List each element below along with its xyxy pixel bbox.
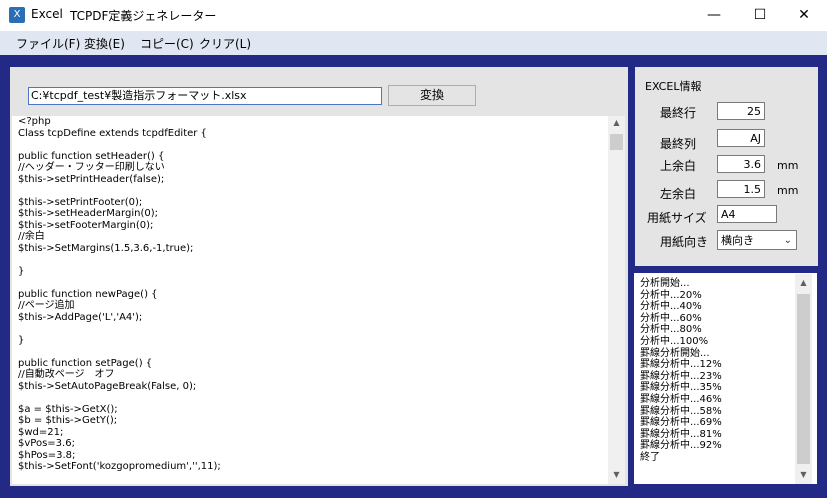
code-line: //余白 [18, 231, 45, 242]
code-line: $this->SetMargins(1.5,3.6,-1,true); [18, 242, 194, 254]
scroll-up-arrow-icon[interactable]: ▲ [795, 278, 812, 287]
log-line: 分析中...20% [640, 289, 702, 301]
code-line: public function setHeader() { [18, 150, 165, 162]
excel-info-title: EXCEL情報 [645, 80, 702, 93]
code-line: $this->SetAutoPageBreak(False, 0); [18, 380, 197, 392]
last-row-field[interactable]: 25 [717, 102, 765, 120]
log-line: 罫線分析開始... [640, 347, 710, 359]
log-line: 分析中...40% [640, 301, 702, 313]
code-line: $this->setPrintFooter(0); [18, 196, 143, 208]
code-line: } [18, 334, 25, 346]
code-line: $this->setFooterMargin(0); [18, 219, 154, 231]
top-margin-field[interactable]: 3.6 [717, 155, 765, 173]
code-line: //ページ追加 [18, 300, 75, 311]
paper-size-label: 用紙サイズ [647, 211, 707, 225]
code-line: public function setPage() { [18, 357, 153, 369]
scroll-down-arrow-icon[interactable]: ▼ [608, 470, 625, 479]
code-scroll-thumb[interactable] [610, 134, 623, 150]
orientation-label: 用紙向き [660, 235, 709, 249]
code-output-textarea[interactable]: <?php Class tcpDefine extends tcpdfEditer… [12, 116, 608, 484]
log-line: 罫線分析中...12% [640, 359, 722, 371]
log-line: 分析中...80% [640, 324, 702, 336]
log-line: 罫線分析中...81% [640, 428, 722, 440]
code-line: //ヘッダー・フッター印刷しない [18, 162, 165, 173]
orientation-selected-value: 横向き [721, 234, 754, 247]
menu-convert[interactable]: 変換(E) [84, 35, 125, 52]
log-line: 分析中...100% [640, 335, 709, 347]
log-line: 罫線分析中...69% [640, 417, 722, 429]
log-line: 分析開始... [640, 278, 690, 289]
log-line: 罫線分析中...92% [640, 440, 722, 452]
window-title: TCPDF定義ジェネレーター [70, 9, 217, 23]
top-margin-unit: mm [777, 159, 799, 172]
scroll-down-arrow-icon[interactable]: ▼ [795, 470, 812, 479]
log-line: 罫線分析中...46% [640, 393, 722, 405]
log-line: 罫線分析中...23% [640, 370, 722, 382]
code-line: $hPos=3.8; [18, 449, 76, 461]
left-margin-label: 左余白 [660, 187, 697, 201]
code-vertical-scrollbar[interactable]: ▲ ▼ [608, 116, 625, 484]
code-lines: <?php Class tcpDefine extends tcpdfEditer… [12, 116, 608, 473]
close-button[interactable]: ✕ [781, 0, 827, 31]
code-line: public function newPage() { [18, 288, 158, 300]
code-line: } [18, 265, 25, 277]
log-listbox[interactable]: 分析開始... 分析中...20% 分析中...40% 分析中...60% 分析中...… [634, 273, 817, 484]
paper-size-field[interactable]: A4 [717, 205, 777, 223]
log-line: 罫線分析中...58% [640, 405, 722, 417]
title-bar: X Excel TCPDF定義ジェネレーター — ☐ ✕ [0, 0, 827, 31]
scroll-up-arrow-icon[interactable]: ▲ [608, 118, 625, 127]
left-margin-field[interactable]: 1.5 [717, 180, 765, 198]
last-col-label: 最終列 [660, 137, 697, 151]
code-line: $this->setPrintHeader(false); [18, 173, 165, 185]
code-line: $this->SetFont('kozgopromedium','',11); [18, 461, 221, 472]
minimize-button[interactable]: — [691, 0, 737, 31]
last-col-field[interactable]: AJ [717, 129, 765, 147]
code-line: $this->AddPage('L','A4'); [18, 311, 143, 323]
code-line: $b = $this->GetY(); [18, 415, 118, 426]
menu-copy[interactable]: コピー(C) [140, 35, 194, 52]
log-lines: 分析開始... 分析中...20% 分析中...40% 分析中...60% 分析中...… [634, 273, 817, 464]
code-line: $this->setHeaderMargin(0); [18, 208, 158, 219]
menu-clear[interactable]: クリア(L) [199, 35, 251, 52]
code-line: $vPos=3.6; [18, 438, 75, 449]
left-margin-unit: mm [777, 184, 799, 197]
log-vertical-scrollbar[interactable]: ▲ ▼ [795, 274, 812, 484]
code-line: $a = $this->GetX(); [18, 403, 118, 415]
convert-button[interactable]: 変換 [388, 85, 476, 106]
menu-file[interactable]: ファイル(F) [16, 35, 80, 52]
log-line: 分析中...60% [640, 312, 702, 324]
orientation-select[interactable]: 横向き ⌄ [717, 230, 797, 250]
top-margin-label: 上余白 [660, 159, 697, 173]
log-scroll-thumb[interactable] [797, 294, 810, 464]
code-line: Class tcpDefine extends tcpdfEditer { [18, 127, 207, 139]
code-line: //自動改ページ オフ [18, 369, 115, 380]
log-line: 終了 [640, 451, 660, 463]
file-path-input[interactable]: C:¥tcpdf_test¥製造指示フォーマット.xlsx [28, 87, 382, 105]
code-line: $wd=21; [18, 426, 64, 438]
window-app-name: Excel [31, 7, 63, 21]
excel-app-icon[interactable]: X [9, 7, 25, 23]
last-row-label: 最終行 [660, 106, 697, 120]
chevron-down-icon: ⌄ [783, 235, 792, 246]
menu-bar: ファイル(F) 変換(E) コピー(C) クリア(L) [0, 31, 827, 55]
maximize-button[interactable]: ☐ [737, 0, 783, 31]
code-line: <?php [18, 116, 51, 127]
log-line: 罫線分析中...35% [640, 382, 722, 394]
